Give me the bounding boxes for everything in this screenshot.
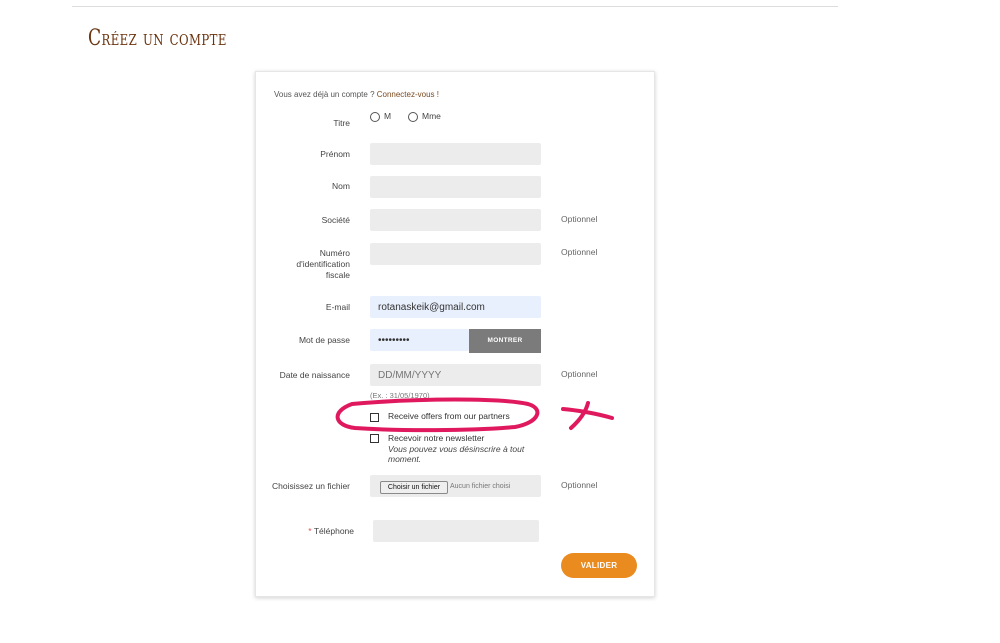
file-status: Aucun fichier choisi: [450, 483, 511, 490]
company-label: Société: [321, 215, 350, 225]
phone-label: Téléphone: [313, 526, 354, 536]
title-radio-m[interactable]: [370, 112, 380, 122]
tax-id-optional: Optionnel: [561, 247, 598, 257]
birthdate-optional: Optionnel: [561, 369, 598, 379]
tax-id-label: Numéro d'identification fiscale: [296, 248, 350, 280]
choose-file-button[interactable]: Choisir un fichier: [380, 481, 448, 494]
page: Créez un compte Vous avez déjà un compte…: [0, 0, 1000, 643]
partner-offers-checkbox[interactable]: [370, 413, 379, 422]
email-label: E-mail: [325, 302, 350, 312]
submit-button[interactable]: VALIDER: [561, 553, 637, 578]
login-prompt-text: Vous avez déjà un compte ?: [274, 90, 377, 99]
email-input[interactable]: [370, 296, 541, 318]
phone-input[interactable]: [373, 520, 539, 542]
tax-id-input[interactable]: [370, 243, 541, 265]
title-radio-mme-label: Mme: [422, 111, 441, 121]
file-label: Choisissez un fichier: [272, 481, 350, 491]
newsletter-label: Recevoir notre newsletter: [388, 433, 485, 443]
title-label: Titre: [333, 118, 350, 128]
first-name-label: Prénom: [320, 149, 350, 159]
password-label: Mot de passe: [298, 335, 350, 345]
required-mark: *: [308, 526, 312, 536]
partner-offers-label: Receive offers from our partners: [388, 411, 510, 421]
company-optional: Optionnel: [561, 214, 598, 224]
birthdate-hint: (Ex. : 31/05/1970): [370, 391, 430, 400]
first-name-input[interactable]: [370, 143, 541, 165]
file-optional: Optionnel: [561, 480, 598, 490]
page-title: Créez un compte: [88, 26, 227, 51]
birthdate-input[interactable]: [370, 364, 541, 386]
last-name-input[interactable]: [370, 176, 541, 198]
title-radio-mme[interactable]: [408, 112, 418, 122]
company-input[interactable]: [370, 209, 541, 231]
title-radio-m-label: M: [384, 111, 392, 121]
top-divider: [72, 6, 838, 7]
phone-label-wrap: * Téléphone: [276, 526, 354, 537]
show-password-button[interactable]: MONTRER: [469, 329, 541, 353]
login-link[interactable]: Connectez-vous !: [377, 90, 439, 99]
newsletter-checkbox[interactable]: [370, 434, 379, 443]
password-input[interactable]: [370, 329, 469, 351]
newsletter-note: Vous pouvez vous désinscrire à tout mome…: [388, 444, 525, 464]
birthdate-label: Date de naissance: [279, 370, 350, 380]
login-prompt: Vous avez déjà un compte ? Connectez-vou…: [274, 90, 439, 99]
account-form-card: Vous avez déjà un compte ? Connectez-vou…: [255, 71, 655, 597]
last-name-label: Nom: [332, 181, 350, 191]
